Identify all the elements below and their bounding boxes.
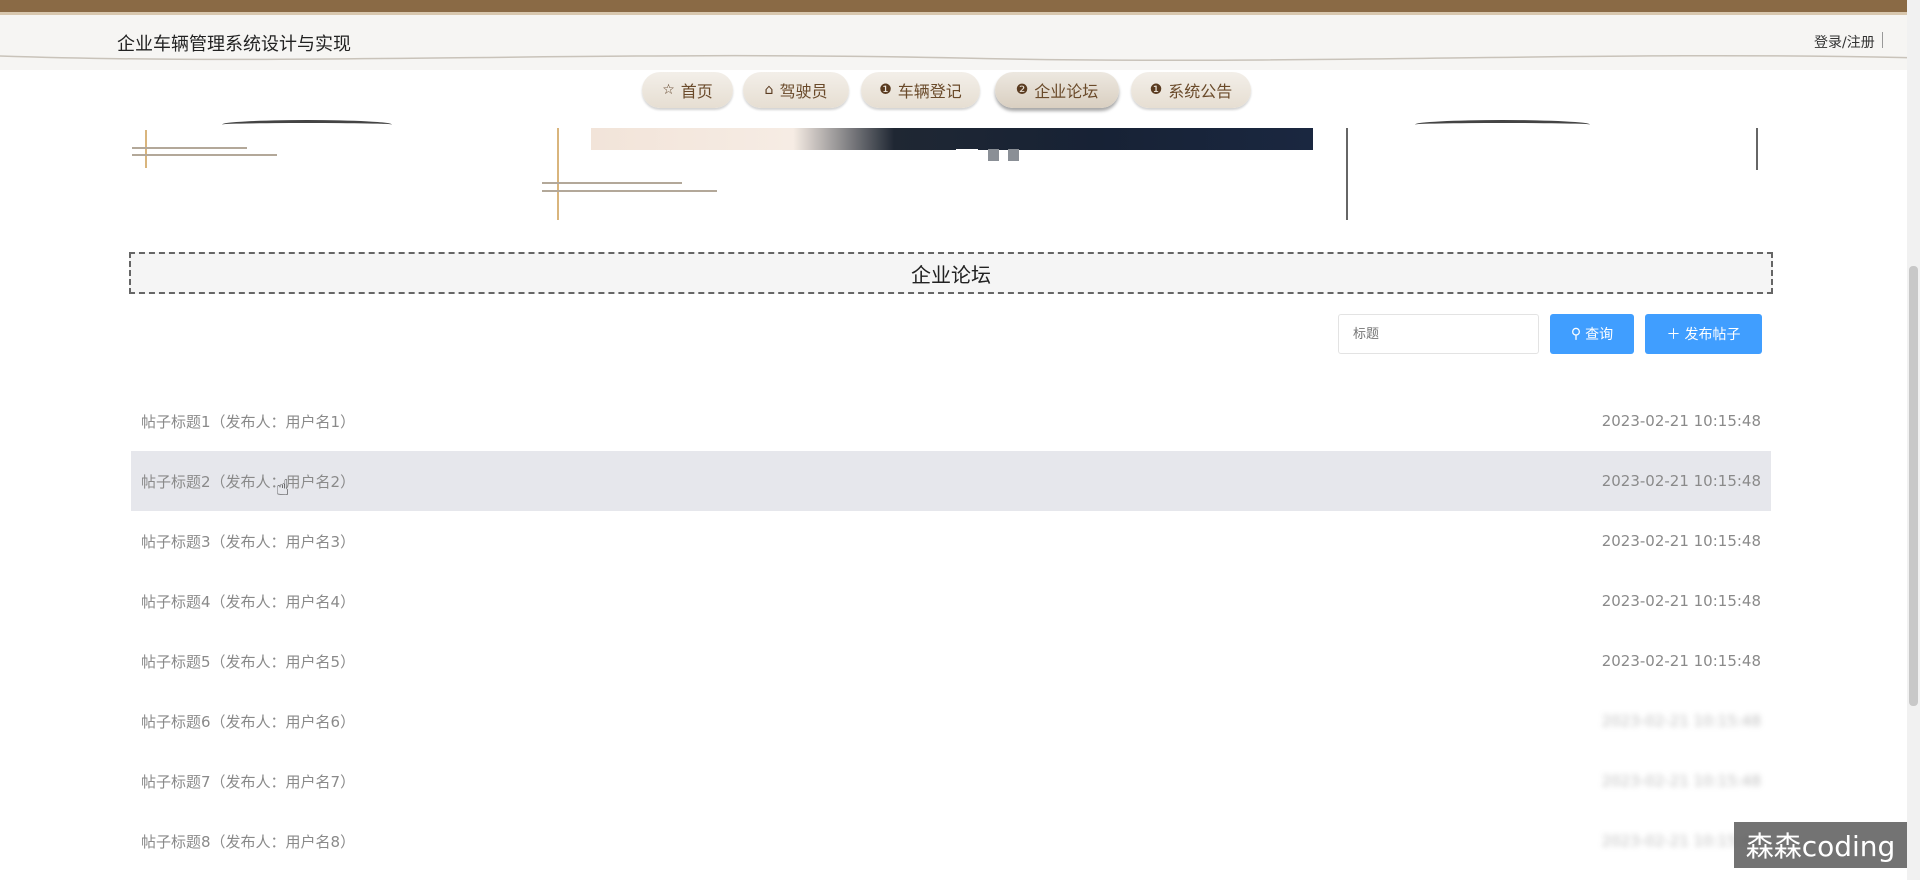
banner-decoration — [145, 130, 147, 168]
nav-item-label: 驾驶员 — [779, 82, 828, 101]
page-scrollbar[interactable] — [1907, 0, 1920, 880]
post-title[interactable]: 帖子标题5（发布人：用户名5） — [141, 651, 355, 672]
post-date: 2023-02-21 10:15:48 — [1601, 652, 1761, 670]
bag-icon: ⌂ — [764, 82, 774, 98]
post-row[interactable]: 帖子标题3（发布人：用户名3） 2023-02-21 10:15:48 — [131, 511, 1771, 571]
post-date: 2023-02-21 10:15:48 — [1601, 772, 1761, 790]
banner-decoration — [132, 147, 247, 149]
watermark: 森森coding — [1734, 822, 1907, 868]
banner-decoration — [222, 120, 392, 129]
post-row[interactable]: 帖子标题2（发布人：用户名2） 2023-02-21 10:15:48 — [131, 451, 1771, 511]
post-title[interactable]: 帖子标题8（发布人：用户名8） — [141, 831, 355, 852]
main-nav: ☆ 首页 ⌂ 驾驶员 ❶ 车辆登记 ❷ 企业论坛 ❶ 系统公告 — [0, 72, 1920, 112]
top-stripe — [0, 0, 1920, 12]
post-title[interactable]: 帖子标题1（发布人：用户名1） — [141, 411, 355, 432]
query-button[interactable]: ⚲ 查询 — [1550, 314, 1634, 354]
nav-item-home[interactable]: ☆ 首页 — [642, 72, 733, 108]
carousel-dot-2[interactable] — [988, 149, 999, 161]
post-title[interactable]: 帖子标题2（发布人：用户名2） — [141, 471, 355, 492]
nav-item-announcements[interactable]: ❶ 系统公告 — [1131, 72, 1251, 108]
post-date: 2023-02-21 10:15:48 — [1601, 412, 1761, 430]
post-date: 2023-02-21 10:15:48 — [1601, 712, 1761, 730]
scrollbar-thumb[interactable] — [1909, 266, 1918, 706]
banner-decoration — [132, 154, 277, 156]
carousel-dot-3[interactable] — [1008, 149, 1019, 161]
post-row[interactable]: 帖子标题6（发布人：用户名6） 2023-02-21 10:15:48 — [131, 691, 1771, 751]
banner-decoration — [557, 128, 559, 220]
plus-icon: ＋ — [1666, 327, 1681, 343]
post-row[interactable]: 帖子标题1（发布人：用户名1） 2023-02-21 10:15:48 — [131, 391, 1771, 451]
info-icon: ❶ — [879, 82, 892, 98]
post-row[interactable]: 帖子标题7（发布人：用户名7） 2023-02-21 10:15:48 — [131, 751, 1771, 811]
post-date: 2023-02-21 10:15:48 — [1601, 472, 1761, 490]
banner-decoration — [1756, 128, 1758, 170]
site-title: 企业车辆管理系统设计与实现 — [117, 34, 351, 55]
post-title[interactable]: 帖子标题7（发布人：用户名7） — [141, 771, 355, 792]
post-title[interactable]: 帖子标题6（发布人：用户名6） — [141, 711, 355, 732]
nav-item-vehicle-registration[interactable]: ❶ 车辆登记 — [861, 72, 980, 108]
nav-item-label: 企业论坛 — [1034, 82, 1099, 101]
login-register-link[interactable]: 登录/注册 — [1814, 32, 1875, 52]
post-title[interactable]: 帖子标题4（发布人：用户名4） — [141, 591, 355, 612]
post-row[interactable]: 帖子标题5（发布人：用户名5） 2023-02-21 10:15:48 — [131, 631, 1771, 691]
star-icon: ☆ — [662, 82, 675, 98]
post-title[interactable]: 帖子标题3（发布人：用户名3） — [141, 531, 355, 552]
post-row[interactable]: 帖子标题8（发布人：用户名8） 2023-02-21 10:15:48 — [131, 811, 1771, 871]
search-icon: ⚲ — [1570, 326, 1582, 342]
query-button-label: 查询 — [1585, 327, 1614, 343]
post-date: 2023-02-21 10:15:48 — [1601, 532, 1761, 550]
banner-decoration — [542, 182, 682, 184]
banner-decoration — [1415, 120, 1590, 129]
nav-item-forum[interactable]: ❷ 企业论坛 — [995, 72, 1119, 108]
post-date: 2023-02-21 10:15:48 — [1601, 592, 1761, 610]
nav-item-label: 车辆登记 — [897, 82, 962, 101]
nav-item-drivers[interactable]: ⌂ 驾驶员 — [743, 72, 849, 108]
login-separator — [1882, 32, 1883, 48]
nav-item-label: 系统公告 — [1168, 82, 1233, 101]
post-list: 帖子标题1（发布人：用户名1） 2023-02-21 10:15:48 帖子标题… — [131, 391, 1771, 871]
mouse-cursor-icon: ☝ — [276, 476, 290, 501]
banner-carousel — [0, 112, 1920, 220]
nav-item-label: 首页 — [680, 82, 713, 101]
banner-decoration — [1346, 128, 1348, 220]
info-icon: ❶ — [1149, 82, 1163, 98]
publish-post-button[interactable]: ＋ 发布帖子 — [1645, 314, 1762, 354]
banner-image — [591, 128, 1313, 161]
section-title: 企业论坛 — [129, 252, 1773, 294]
carousel-dot-1[interactable] — [956, 149, 978, 161]
question-icon: ❷ — [1015, 82, 1029, 98]
title-search-input[interactable] — [1338, 314, 1539, 354]
banner-decoration — [542, 190, 717, 192]
post-row[interactable]: 帖子标题4（发布人：用户名4） 2023-02-21 10:15:48 — [131, 571, 1771, 631]
publish-button-label: 发布帖子 — [1684, 327, 1741, 343]
